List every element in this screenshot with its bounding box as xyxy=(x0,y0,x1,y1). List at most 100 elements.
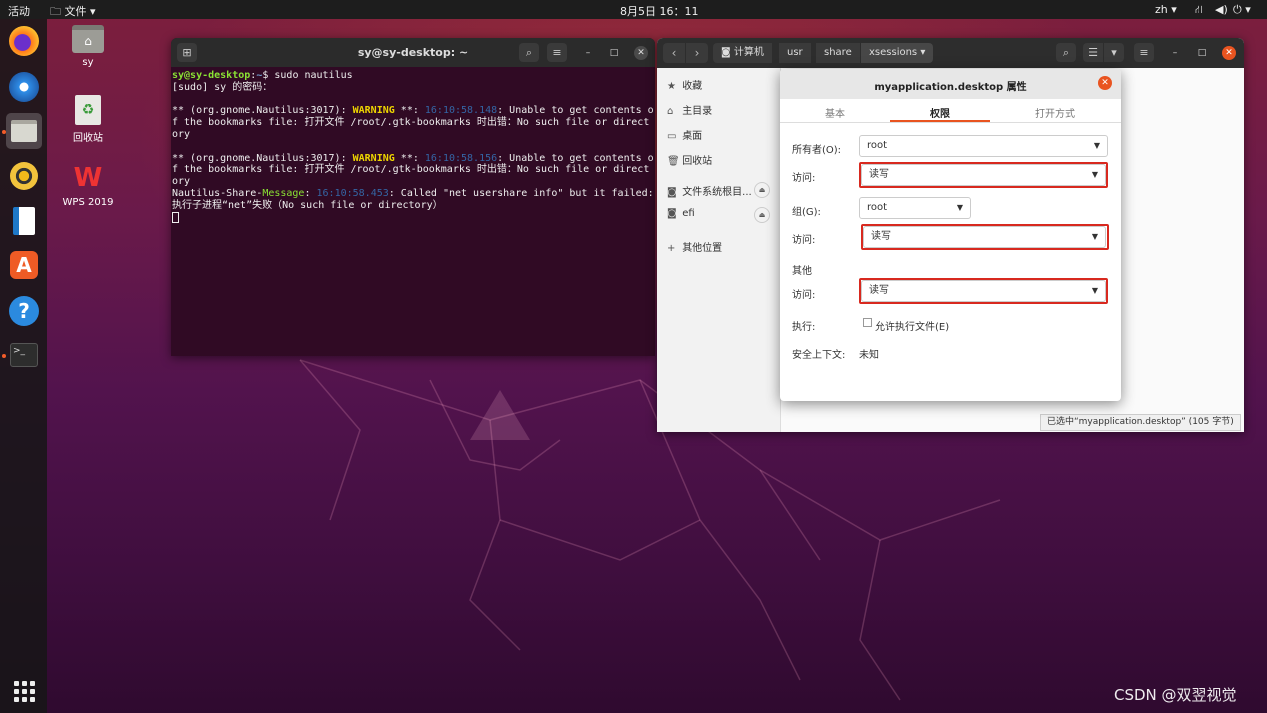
drive-icon: ◙ xyxy=(721,47,734,58)
eject-icon[interactable]: ⏏ xyxy=(754,182,770,198)
desktop-icon-label: 回收站 xyxy=(73,133,103,144)
command-text: $ sudo nautilus xyxy=(262,70,353,81)
sudo-prompt: [sudo] sy 的密码： xyxy=(172,81,273,93)
group-access-select[interactable]: 读写 ▼ xyxy=(863,226,1106,248)
close-icon[interactable]: ✕ xyxy=(1098,76,1112,90)
desktop-icon-label: WPS 2019 xyxy=(62,197,114,208)
exec-checkbox[interactable] xyxy=(863,318,872,327)
tab-basic[interactable]: 基本 xyxy=(825,105,845,120)
caret-down-icon: ▼ xyxy=(1091,170,1098,179)
dock-files[interactable] xyxy=(6,113,42,149)
terminal-output[interactable]: sy@sy-desktop:~$ sudo nautilus [sudo] sy… xyxy=(171,67,655,227)
others-access-label: 访问: xyxy=(792,290,816,301)
terminal-icon: >_ xyxy=(10,343,38,367)
wps-icon: W xyxy=(73,163,103,193)
prompt-user: sy@sy-desktop xyxy=(172,70,251,81)
dialog-titlebar[interactable]: myapplication.desktop 属性 ✕ xyxy=(780,69,1121,99)
sidebar-item-root-fs[interactable]: ◙ 文件系统根目... xyxy=(667,183,752,198)
dock-software[interactable]: A xyxy=(6,247,42,283)
owner-access-label: 访问: xyxy=(792,173,816,184)
home-folder-icon: ⌂ xyxy=(72,25,104,53)
software-store-icon: A xyxy=(10,251,38,279)
sidebar-item-home[interactable]: ⌂ 主目录 xyxy=(667,102,712,117)
group-combo[interactable]: root ▼ xyxy=(859,197,971,219)
dock-firefox[interactable] xyxy=(6,23,42,59)
lang-label: zh xyxy=(1155,3,1168,16)
group-access-label: 访问: xyxy=(792,235,816,246)
drive-icon: ◙ xyxy=(667,208,677,219)
terminal-titlebar[interactable]: ⊞ sy@sy-desktop: ~ ⌕ ≡ – □ ✕ xyxy=(171,38,655,67)
owner-combo[interactable]: root ▼ xyxy=(859,135,1108,157)
caret-down-icon: ▼ xyxy=(1093,141,1100,150)
app-grid-icon xyxy=(13,680,35,702)
exec-checkbox-label[interactable]: 允许执行文件(E) xyxy=(875,318,949,333)
sidebar-item-efi[interactable]: ◙ efi xyxy=(667,208,695,219)
clock[interactable]: 8月5日 16：11 xyxy=(620,3,699,19)
tab-permissions[interactable]: 权限 xyxy=(930,105,950,120)
security-context-label: 安全上下文: xyxy=(792,350,846,361)
properties-dialog[interactable]: myapplication.desktop 属性 ✕ 基本 权限 打开方式 所有… xyxy=(780,69,1121,401)
minimize-icon[interactable]: – xyxy=(1168,46,1182,60)
eject-icon[interactable]: ⏏ xyxy=(754,207,770,223)
caret-down-icon: ▼ xyxy=(956,203,963,212)
maximize-icon[interactable]: □ xyxy=(607,46,621,60)
breadcrumb-usr[interactable]: usr xyxy=(779,43,811,63)
close-icon[interactable]: ✕ xyxy=(634,46,648,60)
dock-rhythmbox[interactable] xyxy=(6,158,42,194)
security-context-value: 未知 xyxy=(859,350,879,361)
dock-help[interactable]: ? xyxy=(6,293,42,329)
files-headerbar[interactable]: ‹ › ◙ 计算机 usr share xsessions ▾ ⌕ ☰ ▾ ≡ … xyxy=(657,38,1244,68)
hamburger-menu-icon[interactable]: ≡ xyxy=(547,43,567,62)
tab-open-with[interactable]: 打开方式 xyxy=(1035,105,1075,120)
search-icon[interactable]: ⌕ xyxy=(1056,43,1076,62)
show-applications-button[interactable] xyxy=(6,673,42,709)
sidebar-item-other-locations[interactable]: + 其他位置 xyxy=(667,239,722,254)
files-app-menu[interactable]: 🗀 文件 ▾ xyxy=(50,3,96,22)
dock-writer[interactable] xyxy=(6,203,42,239)
search-icon[interactable]: ⌕ xyxy=(519,43,539,62)
others-access-select[interactable]: 读写 ▼ xyxy=(861,280,1106,302)
trash-icon: ♻ xyxy=(75,95,101,125)
plus-icon: + xyxy=(667,243,676,254)
volume-icon[interactable]: ◀) xyxy=(1215,3,1228,16)
watermark: CSDN @双翌视觉 xyxy=(1114,686,1237,704)
group-label: 组(G): xyxy=(792,207,821,218)
network-icon[interactable]: ⛙ xyxy=(1195,3,1203,18)
message-line: Nautilus-Share-Message: 16:10:58.453: Ca… xyxy=(172,187,654,211)
warning-line: ** (org.gnome.Nautilus:3017): WARNING **… xyxy=(172,105,654,140)
dock-terminal[interactable]: >_ xyxy=(6,337,42,373)
dock-thunderbird[interactable] xyxy=(6,69,42,105)
sidebar-item-desktop[interactable]: ▭ 桌面 xyxy=(667,127,702,142)
terminal-window[interactable]: ⊞ sy@sy-desktop: ~ ⌕ ≡ – □ ✕ sy@sy-deskt… xyxy=(171,38,655,356)
breadcrumb-computer[interactable]: ◙ 计算机 xyxy=(713,43,772,63)
back-icon[interactable]: ‹ xyxy=(663,43,685,63)
owner-access-select[interactable]: 读写 ▼ xyxy=(861,164,1106,186)
desktop-icon-wps[interactable]: W WPS 2019 xyxy=(53,163,123,208)
power-icon[interactable]: ⏻ ▾ xyxy=(1233,3,1251,17)
home-icon: ⌂ xyxy=(667,106,674,117)
owner-label: 所有者(O): xyxy=(792,145,842,156)
hamburger-menu-icon[interactable]: ≡ xyxy=(1134,43,1154,62)
tab-bar: 基本 权限 打开方式 xyxy=(780,99,1121,123)
desktop-icon-label: sy xyxy=(82,57,94,68)
folder-icon: 🗀 xyxy=(50,5,61,18)
close-icon[interactable]: ✕ xyxy=(1222,46,1236,60)
breadcrumb-share[interactable]: share xyxy=(816,43,860,63)
activities-button[interactable]: 活动 xyxy=(8,3,30,19)
caret-down-icon: ▼ xyxy=(1091,286,1098,295)
sidebar-item-starred[interactable]: ★ 收藏 xyxy=(667,77,702,92)
maximize-icon[interactable]: □ xyxy=(1195,46,1209,60)
caret-down-icon: ▾ xyxy=(90,5,96,18)
desktop-icon-home[interactable]: ⌂ sy xyxy=(53,25,123,68)
sidebar-item-trash[interactable]: 🗑 回收站 xyxy=(667,152,712,167)
view-list-icon[interactable]: ☰ xyxy=(1083,43,1103,62)
view-options-icon[interactable]: ▾ xyxy=(1104,43,1124,62)
breadcrumb-xsessions[interactable]: xsessions ▾ xyxy=(861,43,934,63)
star-icon: ★ xyxy=(667,81,676,92)
thunderbird-icon xyxy=(9,72,39,102)
input-method-indicator[interactable]: zh ▾ xyxy=(1155,3,1177,16)
minimize-icon[interactable]: – xyxy=(581,46,595,60)
desktop-icon-trash[interactable]: ♻ 回收站 xyxy=(53,95,123,144)
forward-icon[interactable]: › xyxy=(686,43,708,63)
others-heading: 其他 xyxy=(792,266,812,277)
